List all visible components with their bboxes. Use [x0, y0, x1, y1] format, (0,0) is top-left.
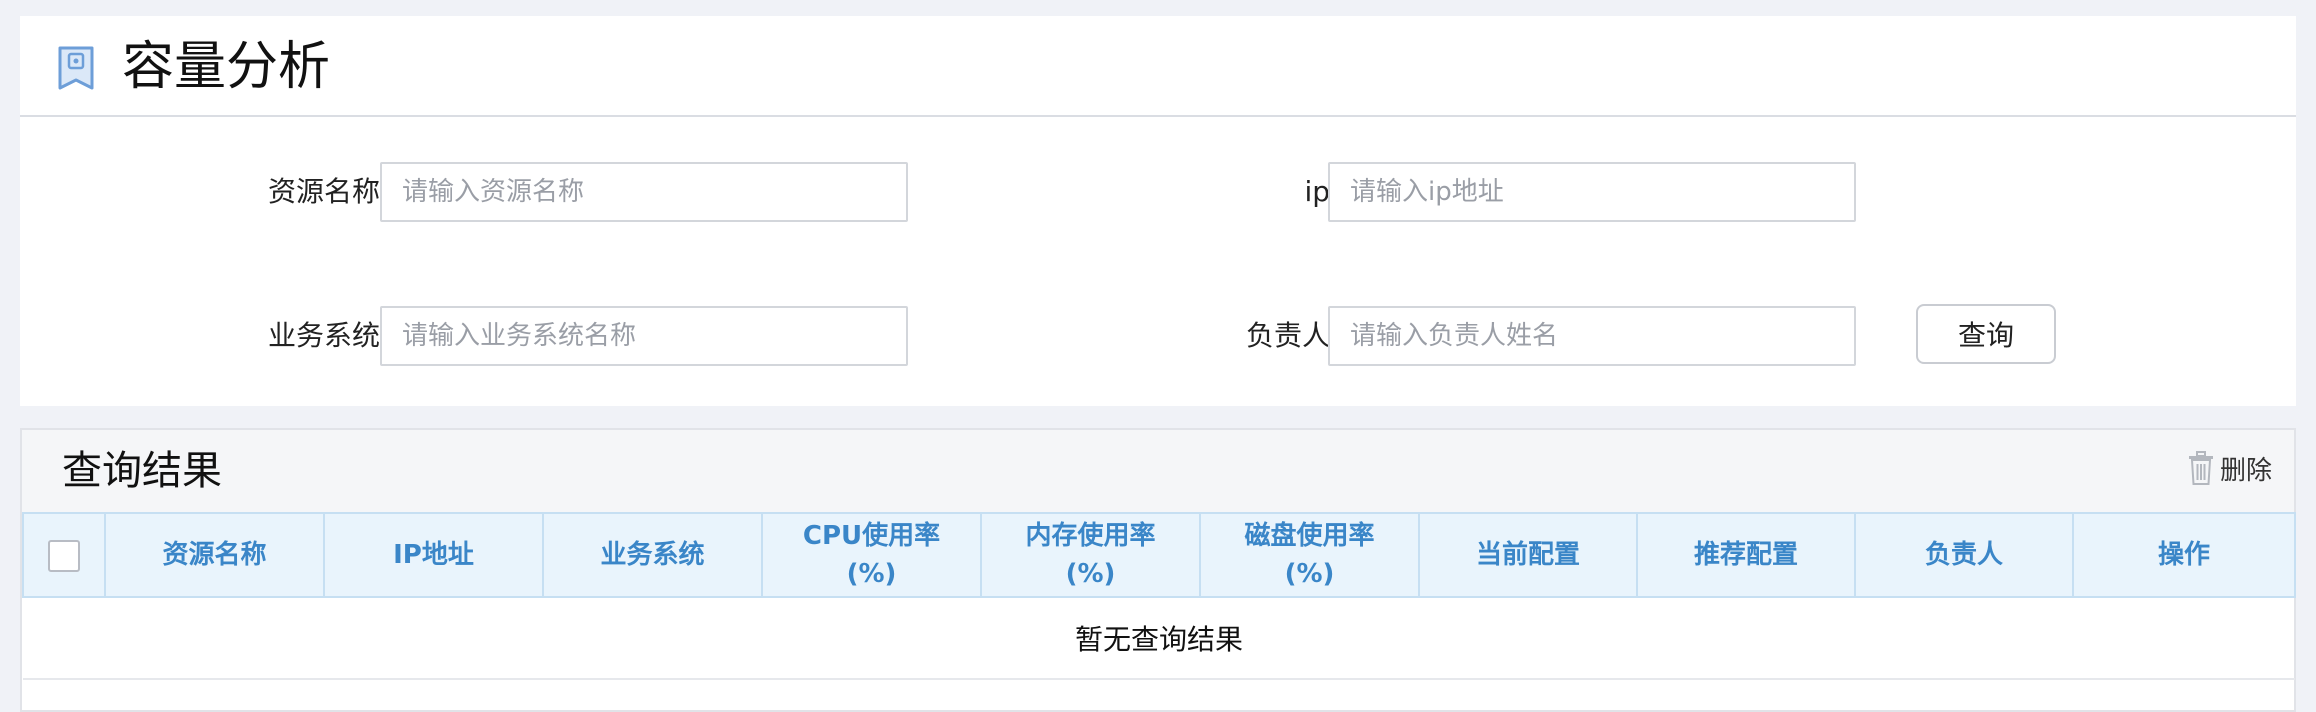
select-all-cell	[22, 512, 106, 598]
owner-label: 负责人	[1245, 319, 1330, 352]
title-bar: 容量分析	[20, 16, 2296, 117]
empty-row: 暂无查询结果	[23, 597, 2295, 680]
resource-name-input[interactable]	[380, 162, 908, 222]
business-system-label: 业务系统	[267, 319, 380, 352]
trash-icon	[2188, 451, 2213, 485]
delete-button[interactable]: 删除	[2188, 448, 2272, 488]
bookmark-icon	[58, 46, 94, 90]
column-header[interactable]: 业务系统	[542, 512, 763, 598]
column-header[interactable]: IP地址	[323, 512, 544, 598]
table-header-row: 资源名称 IP地址 业务系统 CPU使用率 (%) 内存使用率 (%) 磁盘使用率(…	[22, 512, 2296, 598]
column-header[interactable]: 内存使用率 (%)	[980, 512, 1201, 598]
column-header[interactable]: 操作	[2072, 512, 2296, 598]
page-title: 容量分析	[122, 37, 331, 97]
column-header[interactable]: CPU使用率 (%)	[761, 512, 982, 598]
ip-label: ip	[1304, 175, 1330, 208]
delete-label: 删除	[2219, 455, 2272, 486]
empty-message: 暂无查询结果	[23, 597, 2295, 680]
results-header: 查询结果 删除	[22, 430, 2294, 512]
results-table: 资源名称 IP地址 业务系统 CPU使用率 (%) 内存使用率 (%) 磁盘使用率(…	[22, 512, 2296, 680]
results-panel: 查询结果 删除 资源名称 IP地址 业务系统 CPU使用率 (%) 内存使用率 …	[20, 428, 2296, 712]
column-header[interactable]: 磁盘使用率 (%)	[1199, 512, 1420, 598]
owner-input[interactable]	[1328, 306, 1856, 366]
search-panel: 容量分析 资源名称 ip 业务系统 负责人 查询	[20, 16, 2296, 406]
query-button[interactable]: 查询	[1916, 304, 2056, 364]
column-header[interactable]: 负责人	[1854, 512, 2074, 598]
column-header[interactable]: 推荐配置	[1636, 512, 1856, 598]
column-header[interactable]: 当前配置	[1418, 512, 1638, 598]
column-header[interactable]: 资源名称	[104, 512, 325, 598]
results-title: 查询结果	[62, 448, 222, 494]
resource-name-label: 资源名称	[267, 175, 380, 208]
business-system-input[interactable]	[380, 306, 908, 366]
select-all-checkbox[interactable]	[48, 539, 80, 572]
ip-input[interactable]	[1328, 162, 1856, 222]
